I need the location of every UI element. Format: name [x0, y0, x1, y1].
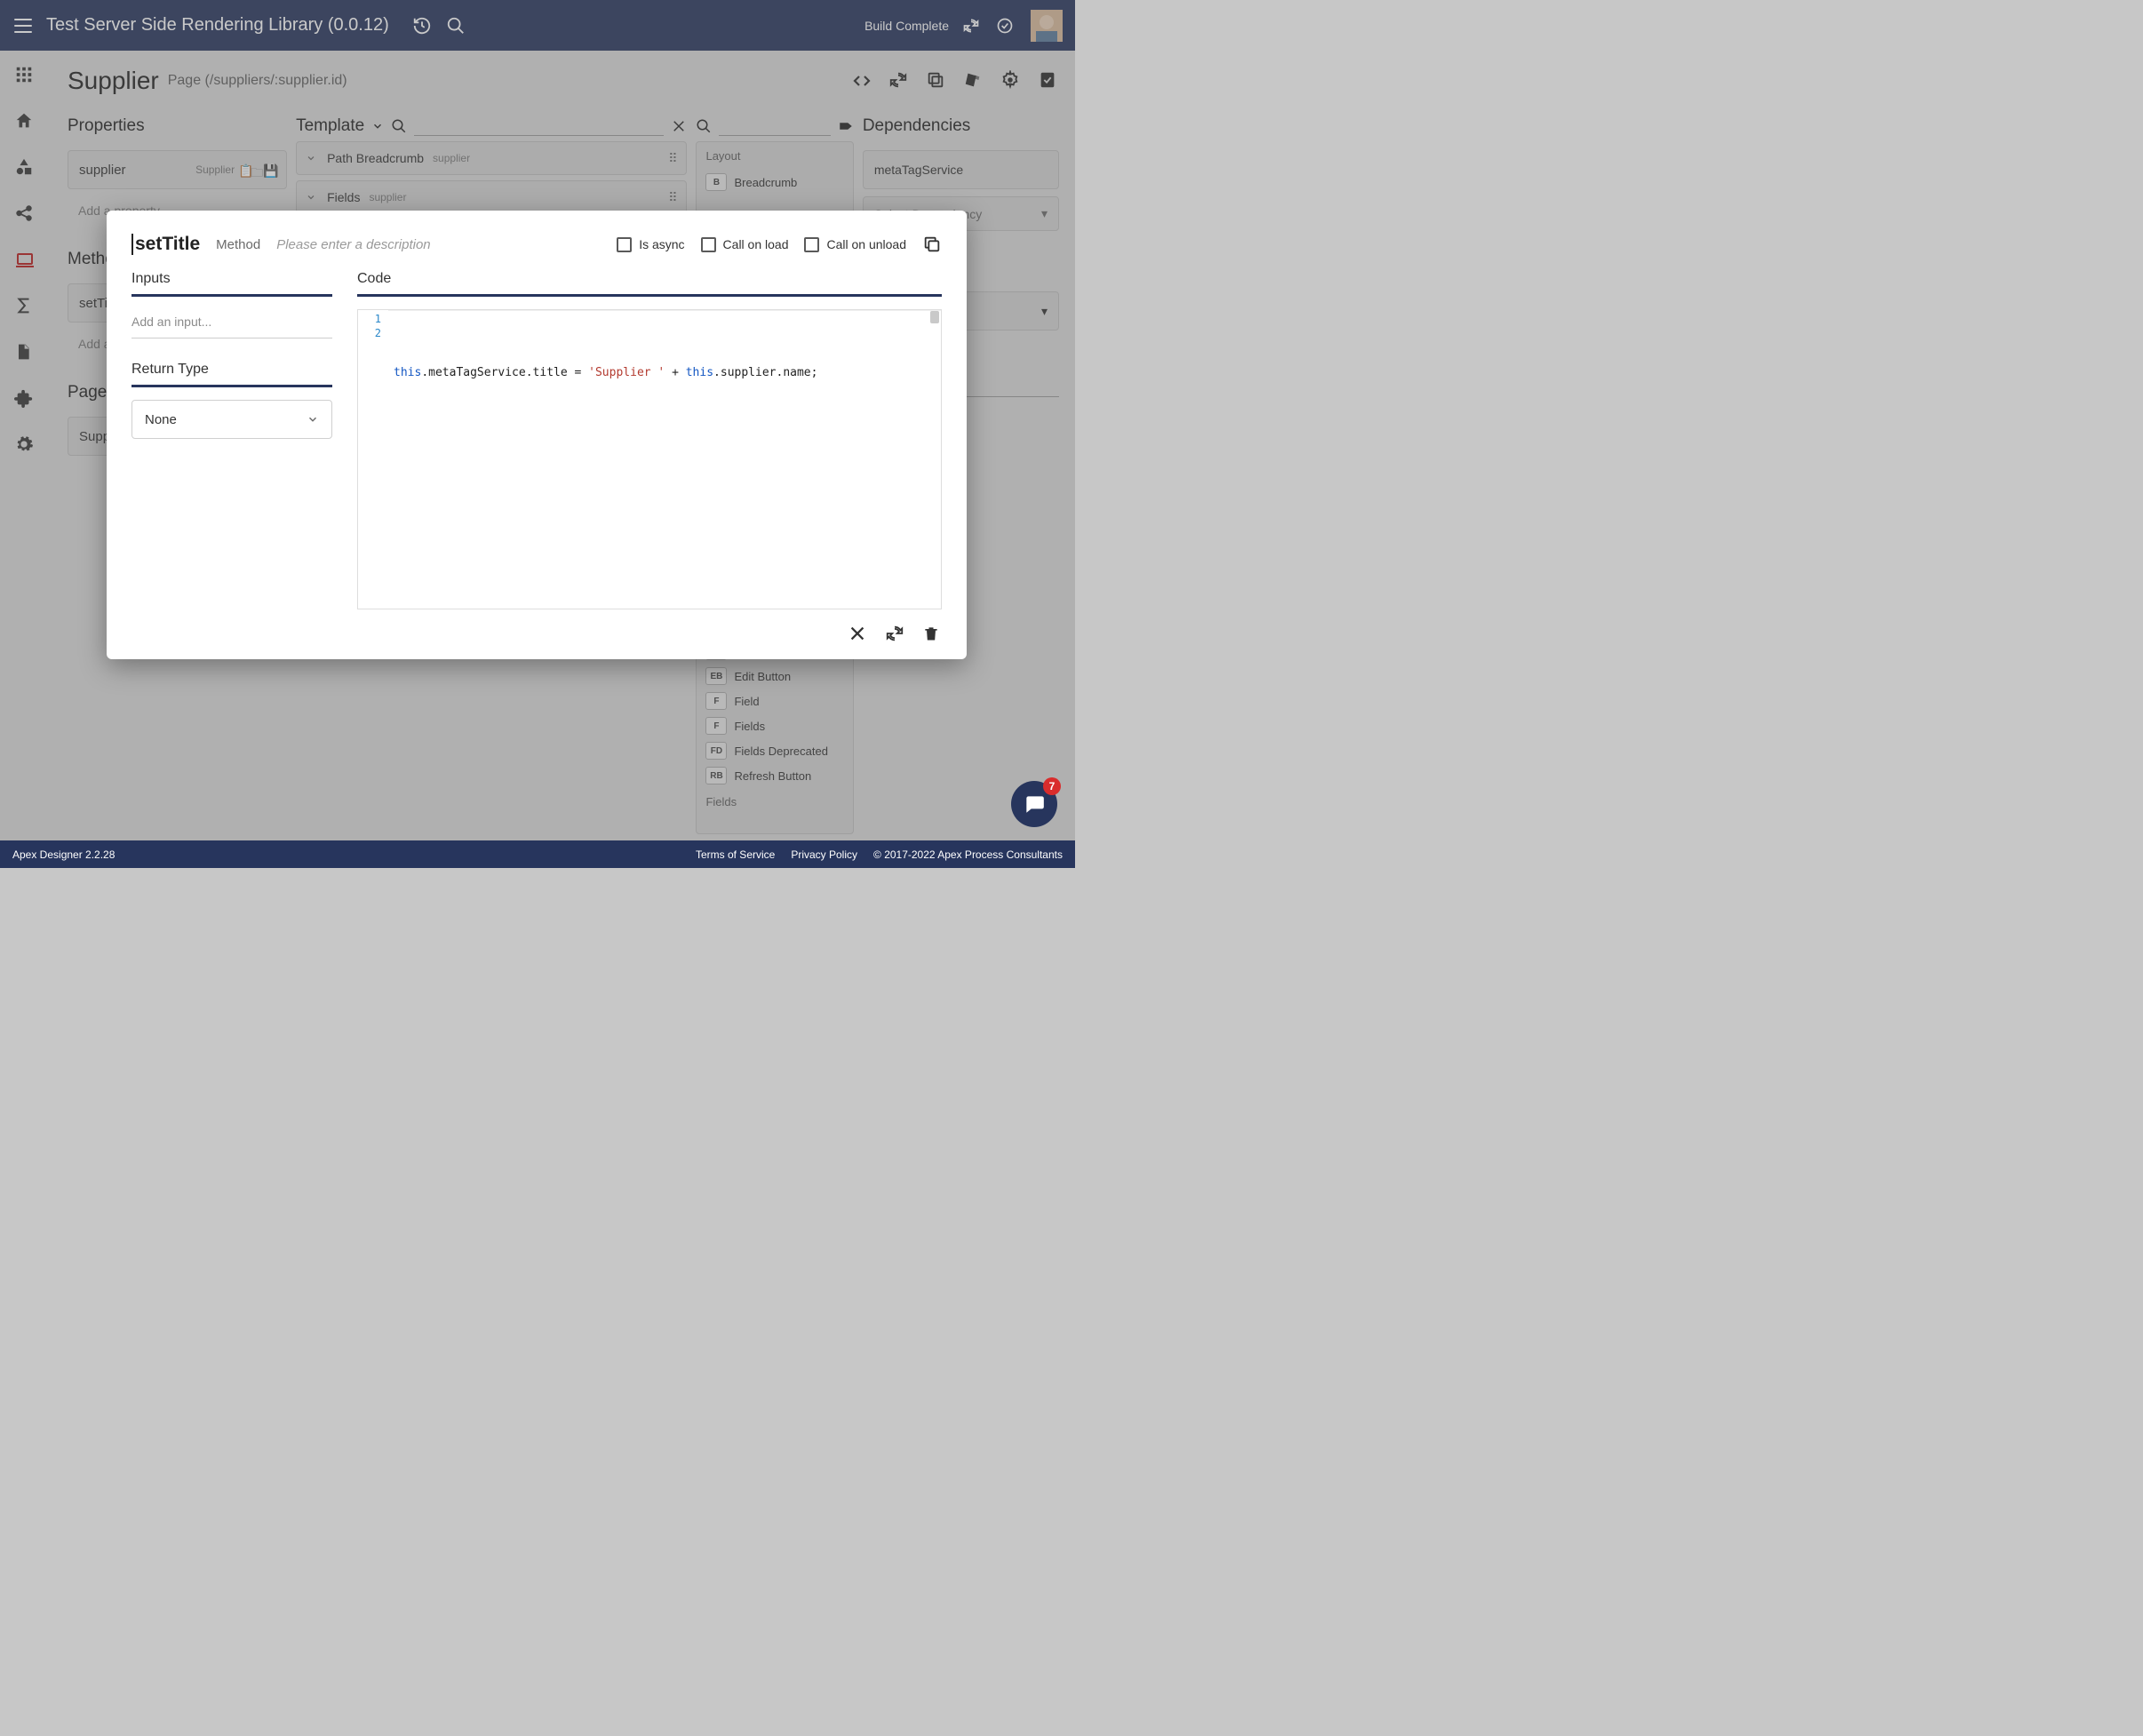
is-async-checkbox[interactable]: Is async — [617, 237, 684, 252]
scrollbar-thumb[interactable] — [930, 311, 939, 323]
call-on-unload-checkbox[interactable]: Call on unload — [804, 237, 906, 252]
chat-button[interactable]: 7 — [1011, 781, 1057, 827]
chat-notification-badge: 7 — [1043, 777, 1061, 795]
add-input-field[interactable]: Add an input... — [131, 309, 332, 338]
chevron-down-icon — [307, 413, 319, 426]
method-name-input[interactable]: setTitle — [131, 234, 200, 255]
method-editor-modal: setTitle Method Please enter a descripti… — [107, 211, 967, 659]
return-type-heading: Return Type — [131, 362, 332, 387]
call-on-load-checkbox[interactable]: Call on load — [701, 237, 789, 252]
return-type-select[interactable]: None — [131, 400, 332, 439]
method-type-label: Method — [216, 237, 260, 252]
method-description-input[interactable]: Please enter a description — [276, 237, 430, 252]
code-content[interactable]: this.metaTagService.title = 'Supplier ' … — [388, 310, 941, 609]
privacy-link[interactable]: Privacy Policy — [791, 848, 857, 861]
terms-link[interactable]: Terms of Service — [696, 848, 775, 861]
delete-button[interactable] — [922, 624, 942, 643]
close-button[interactable] — [848, 624, 867, 643]
inputs-heading: Inputs — [131, 271, 332, 297]
app-version: Apex Designer 2.2.28 — [12, 848, 115, 861]
code-gutter: 1 2 — [358, 310, 388, 609]
refresh-button[interactable] — [885, 624, 904, 643]
copy-icon[interactable] — [922, 235, 942, 254]
copyright-text: © 2017-2022 Apex Process Consultants — [873, 848, 1063, 861]
footer: Apex Designer 2.2.28 Terms of Service Pr… — [0, 840, 1075, 868]
code-heading: Code — [357, 271, 942, 297]
code-editor[interactable]: 1 2 this.metaTagService.title = 'Supplie… — [357, 309, 942, 609]
